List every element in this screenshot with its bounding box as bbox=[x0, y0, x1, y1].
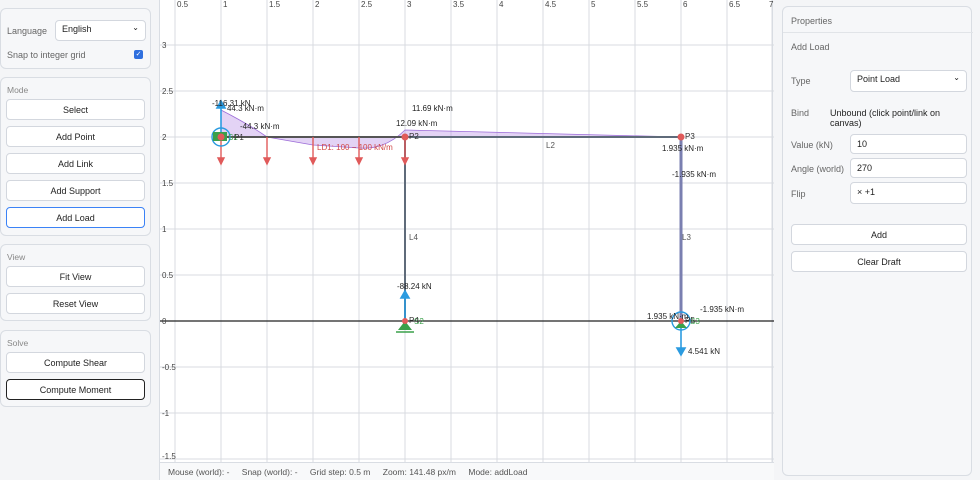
language-label: Language bbox=[7, 26, 48, 36]
x-tick-label: 2.5 bbox=[361, 0, 373, 9]
flip-toggle[interactable]: × +1 bbox=[850, 182, 967, 204]
annotation: -1.935 kN·m bbox=[672, 170, 716, 179]
settings-card: Language English ⌄ Snap to integer grid … bbox=[0, 8, 151, 69]
value-input[interactable]: 10 bbox=[850, 134, 967, 154]
add-load-button[interactable]: Add Load bbox=[6, 207, 145, 228]
compute-moment-button[interactable]: Compute Moment bbox=[6, 379, 145, 400]
x-tick-label: 3 bbox=[407, 0, 412, 9]
x-tick-label: 5 bbox=[591, 0, 596, 9]
language-value: English bbox=[62, 24, 92, 34]
point-label: P1 bbox=[234, 133, 244, 142]
y-tick-label: 0.5 bbox=[162, 271, 174, 280]
canvas-svg[interactable]: 0.5 1 1.5 2 2.5 3 3.5 4 4.5 5 5.5 6 6.5 … bbox=[160, 0, 774, 462]
annotation: 12.09 kN·m bbox=[396, 119, 438, 128]
link-label: L4 bbox=[409, 233, 418, 242]
bind-value: Unbound (click point/link on canvas) bbox=[830, 108, 941, 128]
point-p4[interactable] bbox=[402, 318, 408, 324]
type-label: Type bbox=[791, 76, 811, 86]
annotation: 4.541 kN bbox=[688, 347, 720, 356]
status-snap: Snap (world): - bbox=[241, 467, 298, 477]
annotation: 44.3 kN·m bbox=[227, 104, 264, 113]
language-select[interactable]: English ⌄ bbox=[55, 20, 146, 41]
status-zoom: Zoom: 141.48 px/m bbox=[382, 467, 456, 477]
select-button[interactable]: Select bbox=[6, 99, 145, 120]
add-button[interactable]: Add bbox=[791, 224, 967, 245]
y-tick-label: 2 bbox=[162, 133, 167, 142]
add-link-button[interactable]: Add Link bbox=[6, 153, 145, 174]
status-grid: Grid step: 0.5 m bbox=[309, 467, 371, 477]
angle-label: Angle (world) bbox=[791, 164, 845, 174]
y-tick-label: 1.5 bbox=[162, 179, 174, 188]
annotation: -44.3 kN·m bbox=[240, 122, 280, 131]
x-tick-label: 6.5 bbox=[729, 0, 741, 9]
annotation: 1.935 kN·m bbox=[647, 312, 689, 321]
flip-label: Flip bbox=[791, 189, 806, 199]
y-tick-label: -1.5 bbox=[162, 452, 176, 461]
view-card: View Fit View Reset View bbox=[0, 244, 151, 321]
point-p1[interactable] bbox=[217, 133, 225, 141]
fit-view-button[interactable]: Fit View bbox=[6, 266, 145, 287]
x-tick-label: 1.5 bbox=[269, 0, 281, 9]
angle-input[interactable]: 270 bbox=[850, 158, 967, 178]
x-tick-label: 2 bbox=[315, 0, 320, 9]
mode-title: Mode bbox=[7, 85, 29, 95]
chevron-down-icon: ⌄ bbox=[132, 23, 139, 32]
link-label: L3 bbox=[682, 233, 691, 242]
y-tick-label: 0 bbox=[162, 317, 167, 326]
properties-panel: Properties Add Load Type Point Load ⌄ Bi… bbox=[782, 6, 973, 476]
snap-checkbox[interactable]: ✓ bbox=[134, 50, 143, 59]
x-tick-label: 6 bbox=[683, 0, 688, 9]
y-tick-label: 3 bbox=[162, 41, 167, 50]
point-label: P4 bbox=[409, 316, 419, 325]
mode-card: Mode Select Add Point Add Link Add Suppo… bbox=[0, 77, 151, 236]
y-tick-label: -1 bbox=[162, 409, 170, 418]
x-tick-label: 1 bbox=[223, 0, 228, 9]
annotation: 1.935 kN·m bbox=[662, 144, 704, 153]
solve-card: Solve Compute Shear Compute Moment bbox=[0, 330, 151, 407]
link-label: L2 bbox=[546, 141, 555, 150]
point-p2[interactable] bbox=[401, 133, 409, 141]
y-tick-label: 1 bbox=[162, 225, 167, 234]
add-point-button[interactable]: Add Point bbox=[6, 126, 145, 147]
annotation: -88.24 kN bbox=[397, 282, 432, 291]
reset-view-button[interactable]: Reset View bbox=[6, 293, 145, 314]
x-tick-label: 5.5 bbox=[637, 0, 649, 9]
type-value: Point Load bbox=[857, 74, 901, 84]
x-tick-label: 4 bbox=[499, 0, 504, 9]
snap-label: Snap to integer grid bbox=[7, 50, 86, 60]
point-label: P3 bbox=[685, 132, 695, 141]
bind-label: Bind bbox=[791, 108, 810, 118]
type-select[interactable]: Point Load ⌄ bbox=[850, 70, 967, 92]
y-tick-label: 2.5 bbox=[162, 87, 174, 96]
properties-subtitle: Add Load bbox=[791, 42, 830, 52]
status-mouse: Mouse (world): - bbox=[168, 467, 230, 477]
point-p3[interactable] bbox=[677, 133, 685, 141]
x-tick-label: 3.5 bbox=[453, 0, 465, 9]
value-label: Value (kN) bbox=[791, 140, 833, 150]
point-label: P2 bbox=[409, 132, 419, 141]
x-tick-label: 0.5 bbox=[177, 0, 189, 9]
clear-draft-button[interactable]: Clear Draft bbox=[791, 251, 967, 272]
annotation: 11.69 kN·m bbox=[412, 104, 453, 113]
divider bbox=[783, 32, 973, 33]
annotation: -1.935 kN·m bbox=[700, 305, 744, 314]
compute-shear-button[interactable]: Compute Shear bbox=[6, 352, 145, 373]
load-label: LD1: 100 − 100 kN/m bbox=[317, 143, 393, 152]
solve-title: Solve bbox=[7, 338, 29, 348]
add-support-button[interactable]: Add Support bbox=[6, 180, 145, 201]
view-title: View bbox=[7, 252, 26, 262]
status-bar: Mouse (world): - Snap (world): - Grid st… bbox=[160, 462, 774, 480]
status-mode: Mode: addLoad bbox=[468, 467, 528, 477]
y-tick-label: -0.5 bbox=[162, 363, 176, 372]
properties-title: Properties bbox=[791, 16, 833, 26]
x-tick-label: 4.5 bbox=[545, 0, 557, 9]
chevron-down-icon: ⌄ bbox=[953, 73, 960, 82]
structure-canvas[interactable]: 0.5 1 1.5 2 2.5 3 3.5 4 4.5 5 5.5 6 6.5 … bbox=[159, 0, 774, 480]
x-tick-label: 7 bbox=[769, 0, 774, 9]
